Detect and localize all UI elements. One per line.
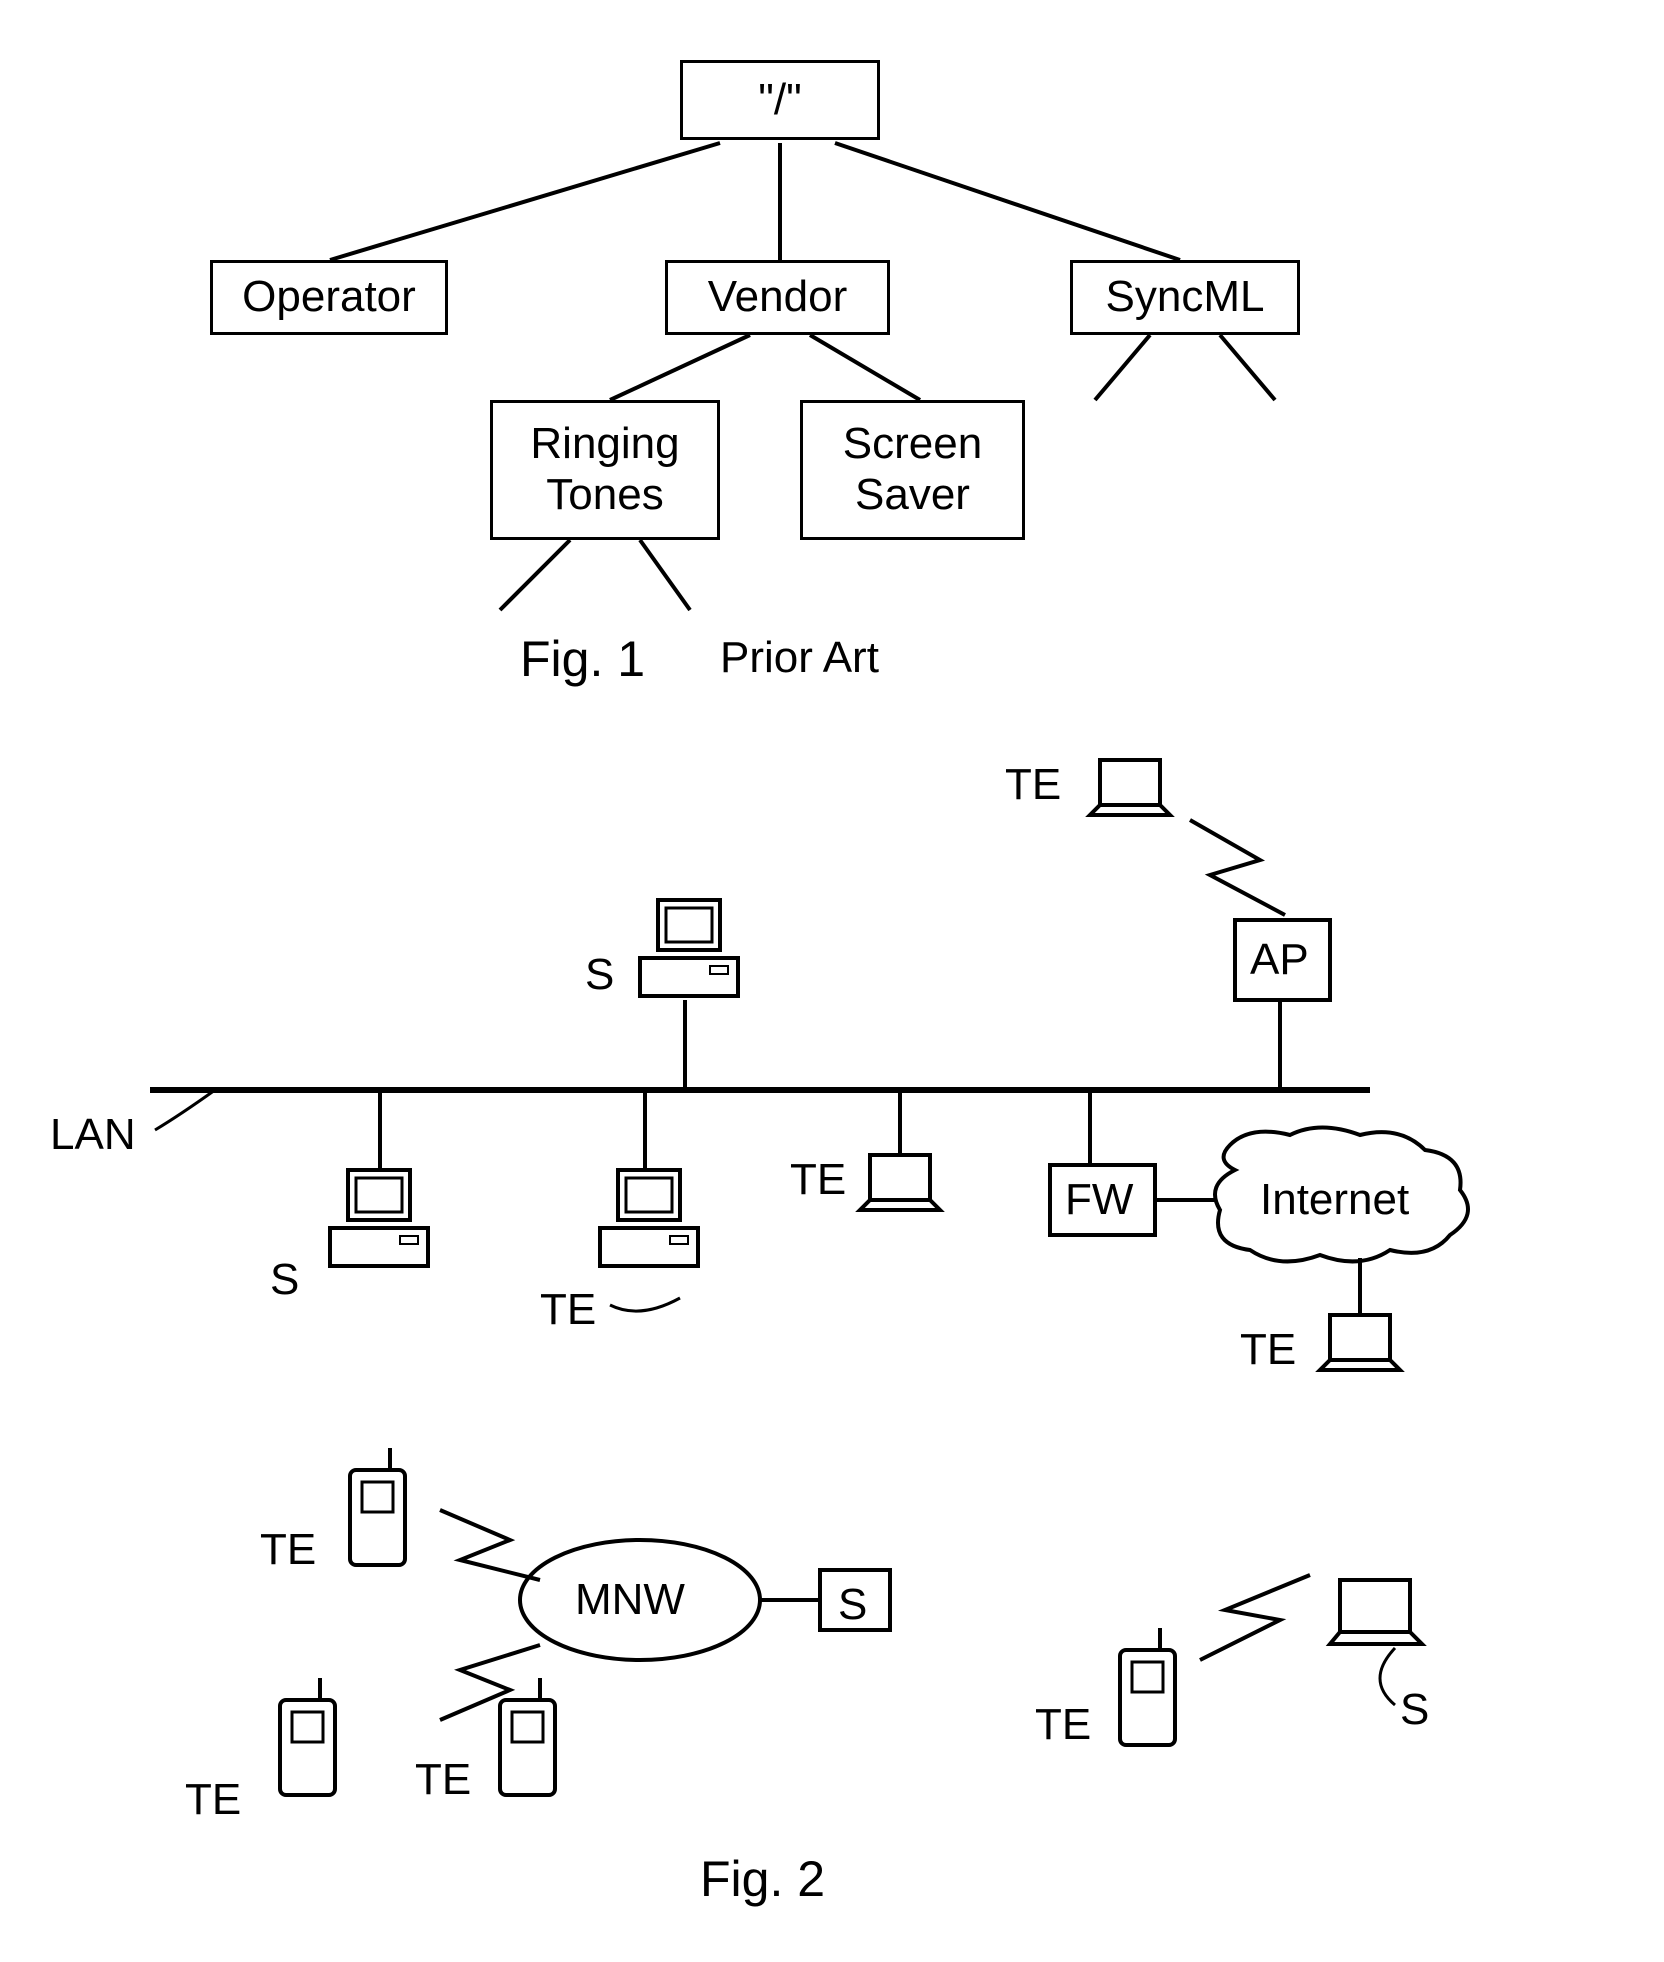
fig2-lines: [0, 0, 1664, 1962]
diagram-canvas: "/" Operator Vendor SyncML Ringing Tones…: [0, 0, 1664, 1962]
label-fw: FW: [1065, 1175, 1133, 1225]
label-mnw: MNW: [575, 1575, 685, 1625]
label-te-internet: TE: [1240, 1325, 1296, 1375]
label-te-phone3: TE: [415, 1755, 471, 1805]
label-te-phone2: TE: [185, 1775, 241, 1825]
fig2-caption: Fig. 2: [700, 1850, 825, 1908]
label-s-left: S: [270, 1255, 299, 1305]
label-s-top: S: [585, 950, 614, 1000]
label-s-mnw: S: [838, 1580, 867, 1630]
label-te-phone1: TE: [260, 1525, 316, 1575]
label-internet: Internet: [1260, 1175, 1409, 1225]
label-s-right: S: [1400, 1685, 1429, 1735]
label-te-desk: TE: [540, 1285, 596, 1335]
label-te-laptop: TE: [790, 1155, 846, 1205]
label-ap: AP: [1250, 935, 1309, 985]
label-lan: LAN: [50, 1110, 136, 1160]
label-te-right: TE: [1035, 1700, 1091, 1750]
label-te-top: TE: [1005, 760, 1061, 810]
